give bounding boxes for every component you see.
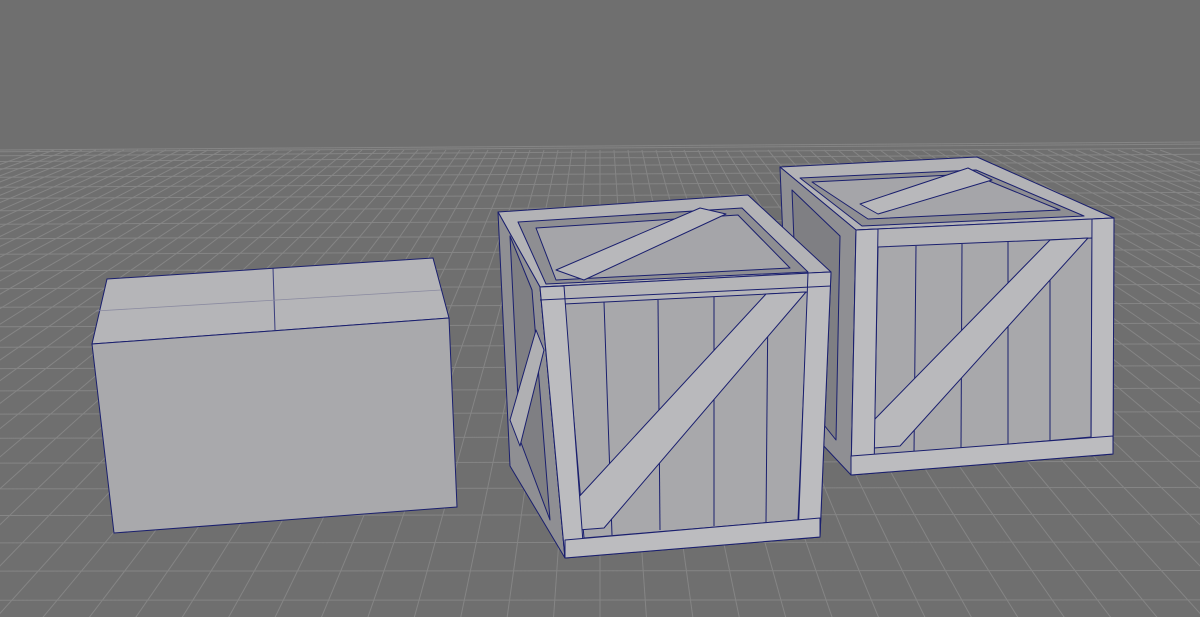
crate-1-mesh[interactable] xyxy=(497,194,832,559)
crate-2-mesh[interactable] xyxy=(779,156,1115,476)
crate-2-corner-post xyxy=(850,228,879,476)
3d-viewport[interactable] xyxy=(0,0,1200,617)
crate-2-corner-post xyxy=(1090,217,1115,457)
box-block-mesh[interactable] xyxy=(91,257,458,534)
box-block-front-face xyxy=(91,317,458,534)
